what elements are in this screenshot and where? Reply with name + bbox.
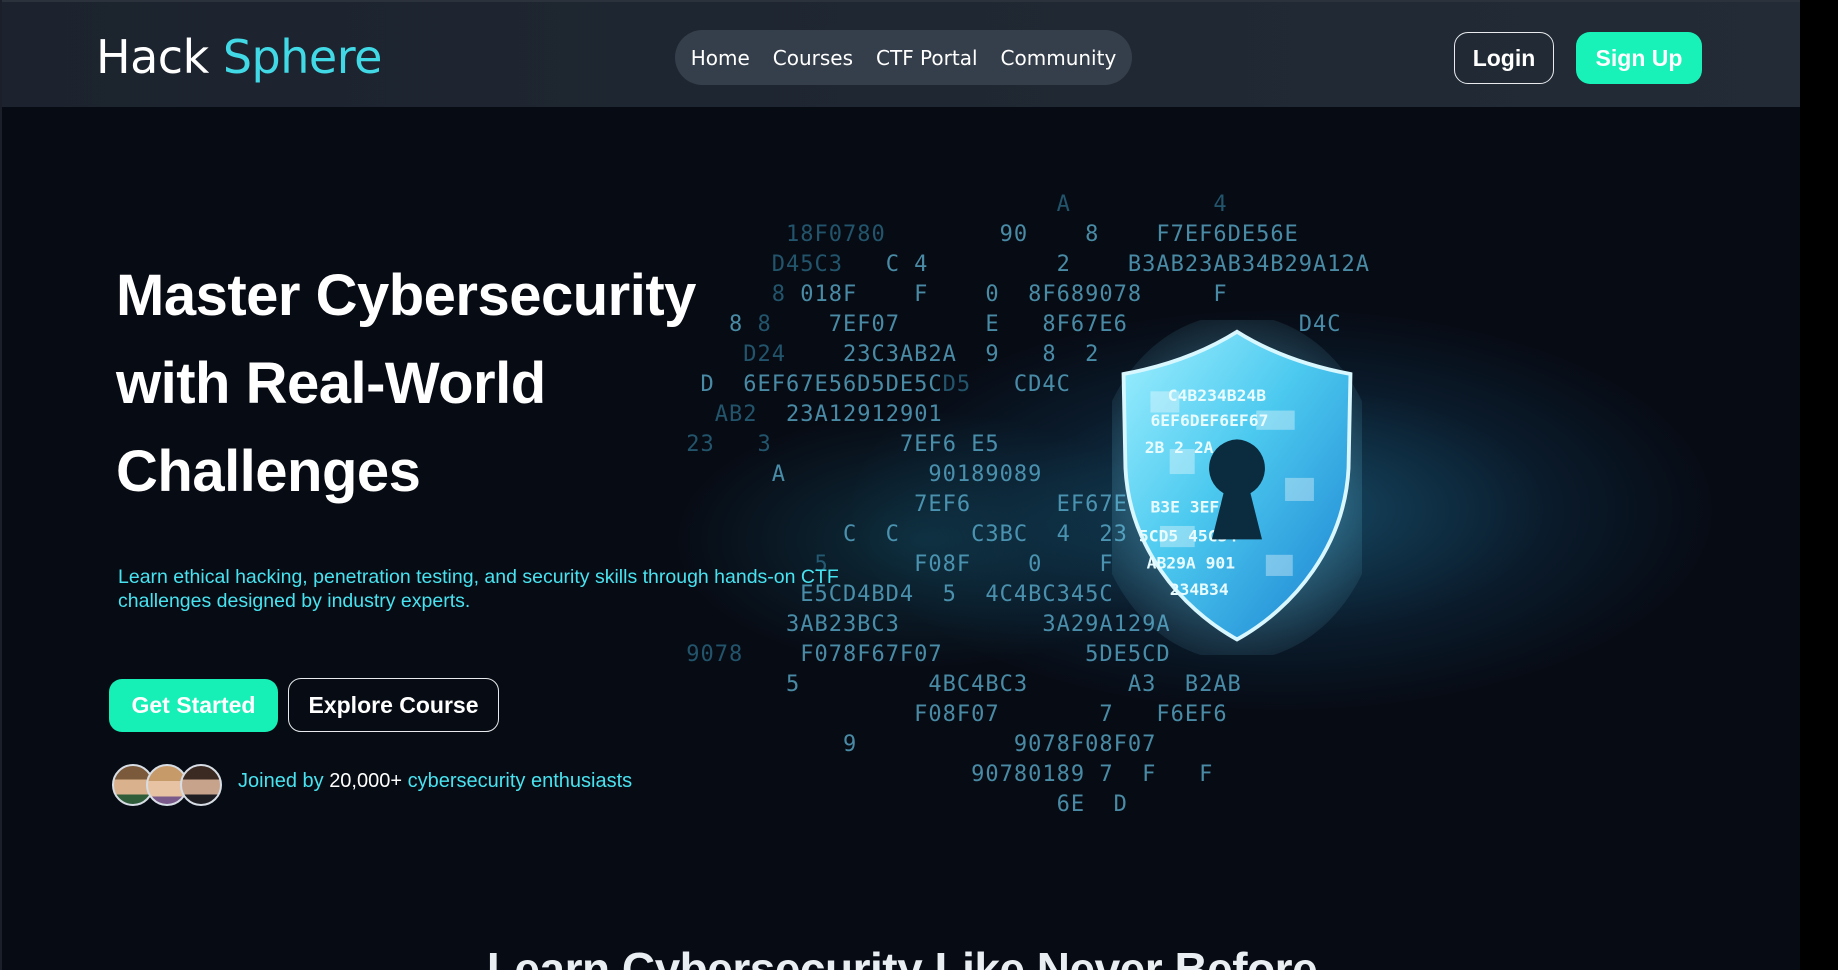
enthusiast-count: 20,000+ — [329, 770, 403, 792]
login-button[interactable]: Login — [1454, 32, 1554, 84]
shield-keyhole-icon: C4B234B24B 6EF6DEF6EF67 2B 2 2A B3E 3EF6… — [1112, 320, 1362, 655]
brand-logo[interactable]: Hack Sphere — [96, 30, 382, 84]
hero-headline: Master Cybersecurity with Real-World Cha… — [116, 252, 876, 516]
svg-text:6EF6DEF6EF67: 6EF6DEF6EF67 — [1150, 411, 1268, 430]
app-window: Hack Sphere Home Courses CTF Portal Comm… — [0, 0, 1800, 970]
social-proof-suffix: cybersecurity enthusiasts — [407, 770, 633, 792]
brand-name-accent: Sphere — [222, 30, 383, 84]
nav-ctf-portal[interactable]: CTF Portal — [876, 46, 978, 70]
hero-subtitle: Learn ethical hacking, penetration testi… — [118, 566, 839, 612]
headline-line: with Real-World — [116, 351, 546, 416]
signup-button[interactable]: Sign Up — [1576, 32, 1702, 84]
avatar — [180, 764, 222, 806]
svg-text:AB29A 901: AB29A 901 — [1147, 553, 1236, 572]
get-started-button[interactable]: Get Started — [109, 679, 278, 732]
section-title: Learn Cybersecurity Like Never Before — [486, 943, 1318, 970]
svg-text:B3E 3EF6: B3E 3EF6 — [1150, 498, 1229, 517]
headline-line: Challenges — [116, 439, 421, 504]
svg-text:234B34: 234B34 — [1170, 580, 1229, 599]
window-edge — [1800, 0, 1838, 970]
top-header: Hack Sphere Home Courses CTF Portal Comm… — [2, 0, 1800, 107]
brand-name-main: Hack — [96, 30, 209, 84]
svg-text:2B 2 2A: 2B 2 2A — [1145, 438, 1214, 457]
nav-courses[interactable]: Courses — [773, 46, 853, 70]
avatar-group — [112, 764, 226, 810]
explore-course-button[interactable]: Explore Course — [288, 678, 499, 732]
svg-text:C4B234B24B: C4B234B24B — [1168, 386, 1266, 405]
nav-community[interactable]: Community — [1001, 46, 1117, 70]
headline-line: Master Cybersecurity — [116, 263, 696, 328]
social-proof-prefix: Joined by — [238, 770, 324, 792]
main-nav: Home Courses CTF Portal Community — [675, 30, 1132, 85]
nav-home[interactable]: Home — [691, 46, 750, 70]
social-proof: Joined by 20,000+ cybersecurity enthusia… — [238, 770, 632, 793]
